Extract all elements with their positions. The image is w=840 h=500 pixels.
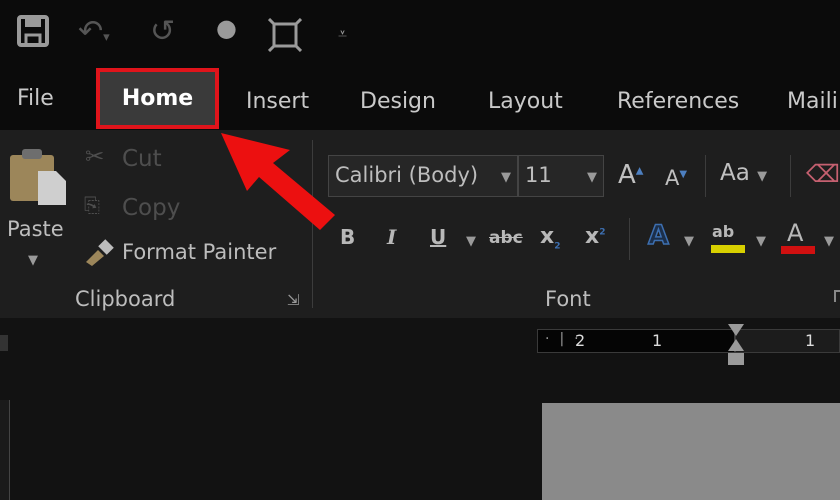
font-color-dropdown-icon[interactable]: ▼	[824, 234, 834, 249]
ruler-label: 1	[652, 331, 663, 350]
fit-screen-icon[interactable]	[267, 17, 303, 56]
font-name-dropdown[interactable]: Calibri (Body) ▼	[328, 155, 518, 197]
change-case-button[interactable]: Aa ▼	[720, 160, 767, 186]
indent-marker[interactable]	[727, 324, 745, 372]
paste-dropdown-icon[interactable]: ▼	[28, 253, 38, 268]
chevron-down-icon: ▼	[501, 170, 511, 185]
ruler	[735, 329, 840, 353]
change-case-icon: Aa	[720, 160, 750, 186]
divider	[705, 155, 706, 197]
paste-button[interactable]: Paste	[7, 217, 64, 241]
font-group-label: Font	[545, 287, 591, 311]
chevron-down-icon: ▼	[587, 170, 597, 185]
clear-formatting-icon[interactable]: ⌫	[806, 160, 840, 188]
customize-icon[interactable]: ⩡	[338, 24, 347, 44]
subscript-icon: x	[540, 224, 555, 249]
italic-button[interactable]: I	[387, 225, 396, 249]
highlight-button[interactable]: ab	[712, 222, 734, 241]
highlight-dropdown-icon[interactable]: ▼	[756, 234, 766, 249]
underline-button[interactable]: U	[430, 225, 446, 249]
ruler-label: 1	[805, 331, 816, 350]
annotation-arrow-icon	[221, 133, 335, 230]
grow-font-icon: A	[618, 160, 636, 190]
shrink-font-button[interactable]: A▼	[665, 166, 687, 190]
vertical-ruler	[0, 400, 10, 500]
format-painter-button[interactable]: Format Painter	[122, 240, 276, 264]
font-color-button[interactable]: A	[787, 219, 803, 247]
dot-icon[interactable]: ●	[216, 14, 237, 42]
shrink-font-icon: A	[665, 166, 680, 190]
copy-button[interactable]: Copy	[122, 195, 180, 221]
subscript-button[interactable]: x2	[540, 224, 560, 251]
save-icon[interactable]	[16, 14, 50, 56]
tab-selector[interactable]	[0, 335, 8, 351]
paste-icon[interactable]	[8, 145, 68, 211]
cut-button[interactable]: Cut	[122, 146, 162, 172]
divider	[790, 155, 791, 197]
superscript-icon: x	[585, 224, 600, 249]
grow-font-button[interactable]: A▲	[618, 160, 644, 190]
format-painter-icon[interactable]	[84, 238, 116, 270]
highlight-color-bar	[711, 245, 745, 253]
dialog-launcher-icon[interactable]	[834, 290, 840, 302]
ruler-ticks: ·|·	[545, 331, 589, 347]
clipboard-group-label: Clipboard	[75, 287, 176, 311]
underline-dropdown-icon[interactable]: ▼	[466, 234, 476, 249]
font-color-bar	[781, 246, 815, 254]
font-name-value: Calibri (Body)	[335, 163, 479, 187]
divider	[629, 218, 630, 260]
tab-mailings[interactable]: Maili	[787, 89, 838, 114]
strikethrough-button[interactable]: abc	[489, 228, 523, 248]
dialog-launcher-icon[interactable]: ⇲	[287, 291, 300, 309]
redo-icon[interactable]: ↺	[150, 14, 175, 49]
tab-layout[interactable]: Layout	[488, 89, 563, 114]
tab-home[interactable]: Home	[96, 68, 219, 129]
copy-icon[interactable]: ⎘	[84, 193, 100, 217]
text-effects-button[interactable]: A	[647, 219, 669, 252]
font-size-value: 11	[525, 163, 552, 187]
superscript-button[interactable]: x2	[585, 224, 605, 249]
tab-file[interactable]: File	[17, 86, 54, 111]
tab-design[interactable]: Design	[360, 89, 436, 114]
document-page[interactable]	[542, 403, 840, 500]
tab-references[interactable]: References	[617, 89, 739, 114]
undo-icon[interactable]: ↶▾	[78, 14, 110, 49]
text-effects-dropdown-icon[interactable]: ▼	[684, 234, 694, 249]
tab-insert[interactable]: Insert	[246, 89, 309, 114]
cut-icon[interactable]: ✂	[85, 144, 104, 170]
font-size-dropdown[interactable]: 11 ▼	[518, 155, 604, 197]
